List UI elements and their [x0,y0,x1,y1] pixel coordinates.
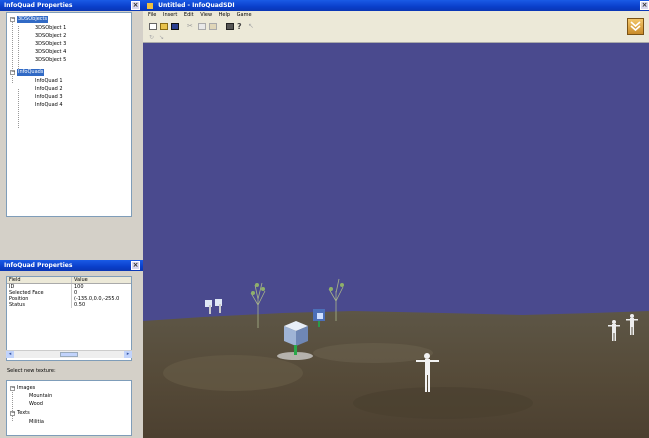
move-icon[interactable]: ↘ [159,34,167,41]
game-badge-icon[interactable] [627,18,644,35]
object-tree[interactable]: − 3DSObjects 3DSObject 1 3DSObject 2 3DS… [6,12,132,217]
ground-patch [163,355,303,391]
property-grid-header: Field Value [7,277,131,284]
close-icon[interactable]: × [131,1,140,10]
tree-node-3dsobjects[interactable]: 3DSObjects [17,16,49,23]
app-title: Untitled - InfoQuadSDI [158,2,235,9]
tree-node-texts[interactable]: Texts [17,410,30,417]
tree-item[interactable]: 3DSObject 2 [35,33,66,40]
tree-item[interactable]: InfoQuad 4 [35,102,63,109]
table-row[interactable]: Status 0.50 [7,302,131,308]
props-panel-title: InfoQuad Properties × [0,260,143,271]
top-panel-title-text: InfoQuad Properties [4,2,73,9]
collapse-icon[interactable]: − [10,70,15,75]
column-header-value: Value [71,277,131,283]
tree-item[interactable]: Mountain [29,393,52,400]
scene [143,43,649,438]
tree-line [12,389,13,421]
rotate-icon[interactable]: ↻ [149,34,157,41]
app-icon [147,2,153,9]
tree-item[interactable]: 3DSObject 4 [35,49,66,56]
value-cell[interactable]: 0.50 [71,302,131,308]
ground-patch [313,343,433,363]
new-file-icon[interactable] [149,23,157,30]
tree-item[interactable]: 3DSObject 1 [35,25,66,32]
menu-view[interactable]: View [200,12,212,18]
tree-item[interactable]: 3DSObject 3 [35,41,66,48]
menu-help[interactable]: Help [219,12,230,18]
collapse-icon[interactable]: − [10,17,15,22]
app-title-bar: Untitled - InfoQuadSDI × [143,0,649,11]
collapse-icon[interactable]: − [10,386,15,391]
tree-item[interactable]: InfoQuad 3 [35,94,63,101]
copy-icon[interactable] [198,23,206,30]
tree-line [18,26,19,71]
top-panel-title: InfoQuad Properties × [0,0,143,11]
close-icon[interactable]: × [640,1,649,10]
collapse-icon[interactable]: − [10,411,15,416]
chevrons-icon [630,21,641,32]
tree-item[interactable]: InfoQuad 2 [35,86,63,93]
help-icon[interactable]: ? [237,23,245,31]
left-panel: InfoQuad Properties × − 3DSObjects 3DSOb… [0,0,143,438]
menu-file[interactable]: File [148,12,156,18]
tree-item[interactable]: Wood [29,401,43,408]
props-panel-title-text: InfoQuad Properties [4,262,73,269]
close-icon[interactable]: × [131,261,140,270]
menu-edit[interactable]: Edit [184,12,194,18]
column-header-field: Field [9,277,21,283]
ground-patch [353,387,533,419]
property-grid[interactable]: Field Value ID 100 Selected Face 0 Posit… [6,276,132,361]
3d-viewport[interactable] [143,43,649,438]
texture-label: Select new texture: [7,368,56,374]
paste-icon[interactable] [209,23,217,30]
tree-node-images[interactable]: Images [17,385,35,392]
tree-item[interactable]: InfoQuad 1 [35,78,63,85]
toolbar: ✂ ? ↖ [143,20,649,33]
scroll-right-icon[interactable]: ▸ [124,351,132,358]
tree-item[interactable]: 3DSObject 5 [35,57,66,64]
horizontal-scrollbar[interactable]: ◂ ▸ [6,350,132,358]
texture-tree[interactable]: − Images Mountain Wood − Texts Militia [6,380,132,436]
toolbar-secondary: ↻ ↘ [143,33,649,43]
field-cell: Status [9,302,25,308]
main-window: Untitled - InfoQuadSDI × File Insert Edi… [143,0,649,438]
tree-line [18,89,19,128]
scroll-thumb[interactable] [60,352,78,357]
cut-icon[interactable]: ✂ [187,23,195,30]
tree-node-infoquads[interactable]: InfoQuads [17,69,45,76]
menu-bar: File Insert Edit View Help Game [143,11,649,20]
open-folder-icon[interactable] [160,23,168,30]
save-icon[interactable] [171,23,179,30]
menu-insert[interactable]: Insert [163,12,177,18]
tree-item[interactable]: Militia [29,419,44,426]
pointer-icon[interactable]: ↖ [248,23,256,30]
print-icon[interactable] [226,23,234,30]
menu-game[interactable]: Game [237,12,252,18]
scroll-left-icon[interactable]: ◂ [6,351,14,358]
